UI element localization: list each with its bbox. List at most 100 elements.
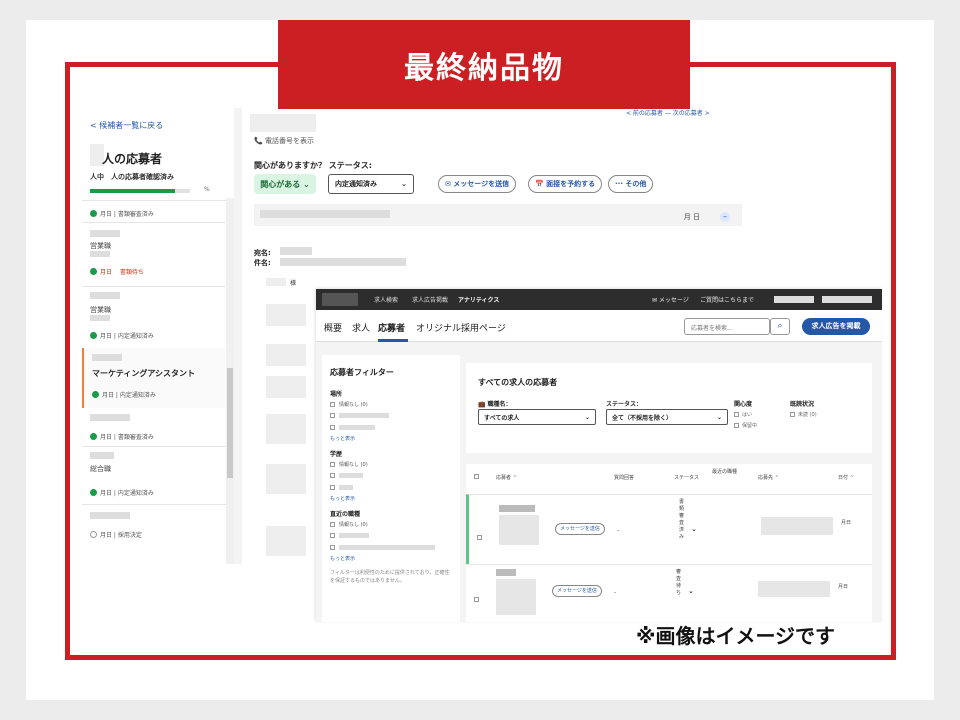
- status-cell[interactable]: 書類審査済み: [679, 499, 687, 541]
- status-select-value: 内定通知済み: [335, 180, 377, 188]
- filter-location-label: 場所: [330, 391, 343, 398]
- select-all-checkbox[interactable]: [474, 474, 479, 481]
- show-more-link[interactable]: もっと表示: [330, 435, 355, 442]
- applicant-search-input[interactable]: 応募者を検索...: [684, 318, 770, 335]
- divider: [82, 222, 234, 223]
- divider: [82, 286, 234, 287]
- filter-option[interactable]: [330, 533, 369, 538]
- check-icon: [90, 489, 97, 496]
- filter-option[interactable]: [330, 413, 389, 418]
- text-placeholder: [266, 526, 306, 556]
- interest-button[interactable]: 関心がある ⌄: [254, 174, 316, 194]
- filter-option[interactable]: [330, 473, 363, 478]
- chevron-down-icon[interactable]: ⌄: [688, 587, 694, 595]
- more-button[interactable]: ··· その他: [608, 175, 654, 193]
- prev-next-links[interactable]: < 前の応募者 ― 次の応募者 >: [626, 108, 710, 117]
- nav-help[interactable]: ご質問はこちらまで: [700, 295, 754, 304]
- checkbox[interactable]: [330, 522, 335, 527]
- status-cell[interactable]: 審査待ち: [676, 569, 684, 597]
- list-item[interactable]: 総合職 月日 | 内定通知済み: [82, 450, 225, 510]
- answer-cell: -: [617, 527, 620, 534]
- filter-option[interactable]: [330, 425, 375, 430]
- date-cell: 月日: [838, 584, 849, 590]
- tab-overview[interactable]: 概要: [324, 321, 342, 334]
- text-placeholder: [266, 304, 306, 326]
- panel-subtitle: 人中 人の応募者確認済み: [90, 173, 174, 181]
- text-placeholder: [761, 517, 833, 535]
- divider: [82, 446, 234, 447]
- row-checkbox[interactable]: [477, 535, 482, 540]
- checkbox[interactable]: [330, 545, 335, 550]
- show-phone-link[interactable]: 📞 電話番号を表示: [254, 136, 314, 146]
- checkbox[interactable]: [790, 412, 795, 417]
- account-placeholder[interactable]: [822, 296, 872, 303]
- show-more-link[interactable]: もっと表示: [330, 555, 355, 562]
- option-label: 情報なし (0): [339, 522, 368, 528]
- send-message-button[interactable]: メッセージを送信: [552, 585, 602, 597]
- show-more-link[interactable]: もっと表示: [330, 495, 355, 502]
- nav-analytics[interactable]: アナリティクス: [458, 295, 499, 304]
- nav-messages[interactable]: ✉ メッセージ: [652, 295, 689, 304]
- table-row[interactable]: メッセージを送信 - 書類審査済み ⌄ 月日: [466, 494, 872, 564]
- checkbox[interactable]: [330, 462, 335, 467]
- col-date[interactable]: 日付 ⌃: [838, 474, 854, 481]
- col-applicant[interactable]: 応募者 ⌃: [496, 474, 517, 481]
- interest-yes-option[interactable]: はい: [734, 411, 752, 418]
- nav-job-search[interactable]: 求人検索: [374, 295, 398, 304]
- col-applied-to[interactable]: 応募先 ⌃: [758, 474, 779, 481]
- filter-disclaimer: フィルターは利便性のために提供されており、正確性を保証するものではありません。: [330, 570, 450, 584]
- tab-applicants[interactable]: 応募者: [378, 321, 405, 334]
- name-placeholder: [90, 251, 110, 257]
- table-row[interactable]: メッセージを送信 - 審査待ち ⌄ 月日: [466, 564, 872, 622]
- filter-title: 応募者フィルター: [330, 368, 394, 377]
- row-checkbox[interactable]: [474, 597, 479, 602]
- list-item[interactable]: 営業職 月日 書類待ち: [82, 224, 225, 284]
- checkbox[interactable]: [734, 423, 739, 428]
- divider: [82, 200, 234, 201]
- checkbox[interactable]: [330, 485, 335, 490]
- checkbox[interactable]: [330, 402, 335, 407]
- nav-post-job[interactable]: 求人広告掲載: [412, 295, 448, 304]
- checkbox[interactable]: [330, 425, 335, 430]
- filter-option[interactable]: 情報なし (0): [330, 521, 368, 528]
- status-filter-select[interactable]: 全て（不採用を除く） ⌄: [606, 409, 728, 425]
- job-select[interactable]: すべての求人 ⌄: [478, 409, 596, 425]
- send-message-button[interactable]: メッセージを送信: [555, 523, 605, 535]
- tab-jobs[interactable]: 求人: [352, 321, 370, 334]
- list-item-selected[interactable]: マーケティングアシスタント 月日 | 内定通知済み: [82, 348, 225, 408]
- name-placeholder: [90, 230, 120, 237]
- send-message-button[interactable]: ✉ メッセージを送信: [438, 175, 517, 193]
- viewed-no-option[interactable]: 未読 (0): [790, 411, 817, 418]
- chevron-down-icon[interactable]: ⌄: [691, 525, 697, 533]
- text-placeholder: [758, 581, 830, 597]
- interest-hold-option[interactable]: 保留中: [734, 422, 757, 429]
- back-to-list-link[interactable]: < 候補者一覧に戻る: [90, 120, 163, 131]
- filter-option[interactable]: 情報なし (0): [330, 401, 368, 408]
- item-role: マーケティングアシスタント: [92, 369, 196, 378]
- interest-label: 関心度: [734, 401, 753, 408]
- status-label: ステータス：: [606, 401, 643, 408]
- filter-option[interactable]: [330, 545, 435, 550]
- schedule-interview-button[interactable]: 📅 面接を予約する: [528, 175, 603, 193]
- collapse-icon[interactable]: –: [720, 212, 730, 222]
- filter-option[interactable]: [330, 485, 353, 490]
- checkbox[interactable]: [734, 412, 739, 417]
- option-label: 情報なし (0): [339, 402, 368, 408]
- option-label: 未読 (0): [798, 412, 817, 418]
- list-item[interactable]: 営業職 月日 | 内定通知済み: [82, 288, 225, 348]
- active-tab-underline: [378, 339, 408, 342]
- post-job-button[interactable]: 求人広告を掲載: [802, 318, 870, 335]
- filter-option[interactable]: 情報なし (0): [330, 461, 368, 468]
- list-scrollbar[interactable]: [226, 198, 234, 564]
- list-item[interactable]: 月日 | 採用決定: [82, 508, 225, 564]
- circle-icon: [90, 531, 97, 538]
- scrollbar-thumb[interactable]: [227, 368, 233, 478]
- tab-career-page[interactable]: オリジナル採用ページ: [416, 321, 506, 334]
- account-placeholder[interactable]: [774, 296, 814, 303]
- search-icon[interactable]: ⌕: [770, 318, 790, 335]
- checkbox[interactable]: [330, 473, 335, 478]
- checkbox[interactable]: [330, 413, 335, 418]
- checkbox[interactable]: [330, 533, 335, 538]
- status-select[interactable]: 内定通知済み ⌄: [328, 174, 414, 194]
- text-placeholder: [339, 413, 389, 418]
